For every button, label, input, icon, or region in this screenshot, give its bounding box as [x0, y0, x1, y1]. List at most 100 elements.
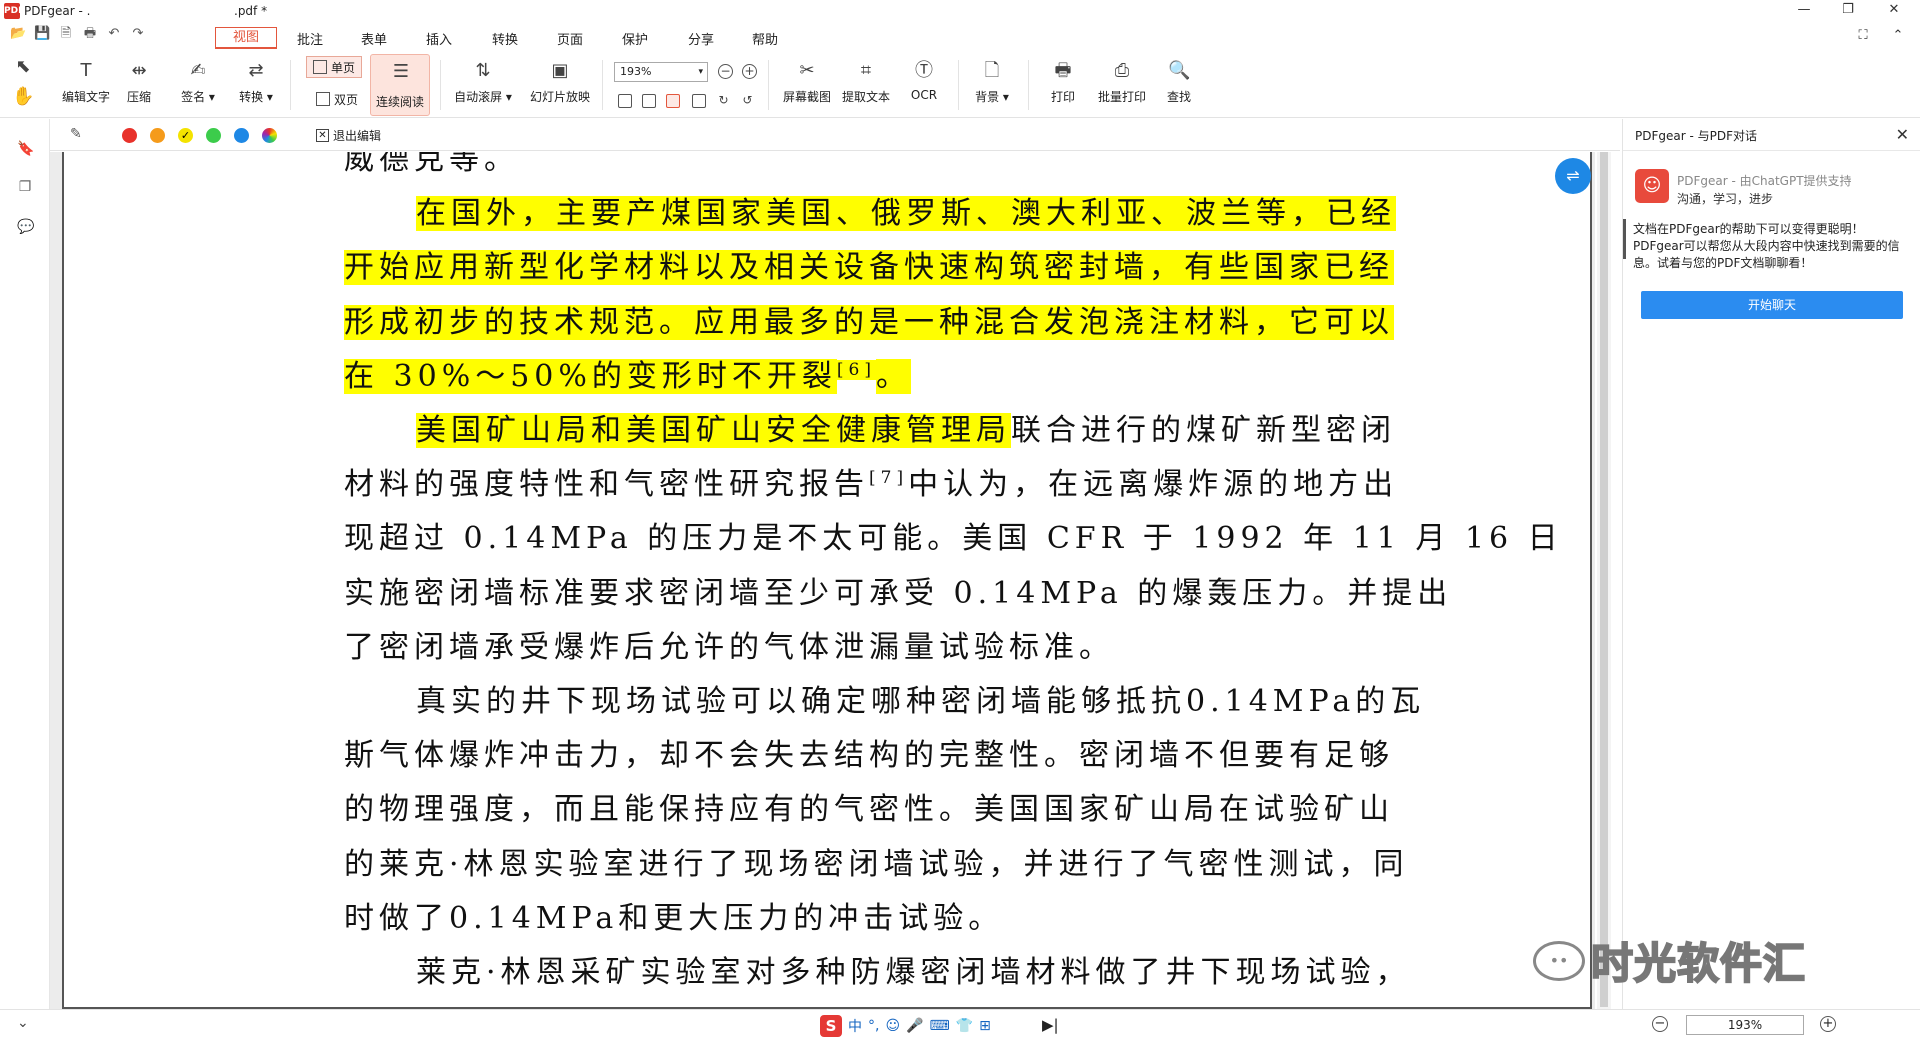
- undo-icon[interactable]: ↶: [106, 26, 122, 42]
- ime-emoji-icon[interactable]: ☺: [885, 1018, 900, 1034]
- document-text-line[interactable]: 现超过 0.14MPa 的压力是不太可能。美国 CFR 于 1992 年 11 …: [344, 519, 1563, 559]
- ime-skin-icon[interactable]: 👕: [956, 1018, 973, 1034]
- last-page-icon[interactable]: ▶|: [1042, 1016, 1059, 1034]
- print-button[interactable]: 🖶 打印: [1046, 60, 1080, 105]
- edit-text-button[interactable]: T 编辑文字: [58, 60, 114, 105]
- tab-page[interactable]: 页面: [557, 29, 583, 48]
- signature-icon: ✍: [190, 60, 206, 81]
- document-text-line[interactable]: 的莱克·林恩实验室进行了现场密闭墙试验，并进行了气密性测试，同: [344, 845, 1409, 885]
- document-text-line[interactable]: 斯气体爆炸冲击力，却不会失去结构的完整性。密闭墙不但要有足够: [344, 736, 1394, 776]
- fit-width-icon[interactable]: [618, 94, 632, 108]
- exit-edit-button[interactable]: ✕ 退出编辑: [316, 127, 381, 144]
- zoom-in-icon[interactable]: +: [742, 64, 757, 79]
- ime-voice-icon[interactable]: 🎤: [906, 1018, 923, 1034]
- batch-print-button[interactable]: ⎙ 批量打印: [1094, 60, 1150, 105]
- scrollbar-thumb[interactable]: [1600, 152, 1608, 1007]
- document-text-line[interactable]: 形成初步的技术规范。应用最多的是一种混合发泡浇注材料，它可以: [344, 303, 1394, 343]
- save-as-icon[interactable]: 🗎: [58, 26, 74, 42]
- zoom-combo[interactable]: 193% ▾: [614, 62, 708, 82]
- convert-button[interactable]: ⇄ 转换 ▾: [234, 60, 278, 105]
- thumbnails-icon[interactable]: ❐: [17, 179, 33, 195]
- close-icon[interactable]: ✕: [1896, 125, 1909, 144]
- color-orange[interactable]: [150, 128, 165, 143]
- zoom-level-field[interactable]: 193%: [1686, 1015, 1804, 1035]
- tab-help[interactable]: 帮助: [752, 29, 778, 48]
- zoom-in-button[interactable]: +: [1820, 1016, 1836, 1032]
- color-red[interactable]: [122, 128, 137, 143]
- save-icon[interactable]: 💾: [34, 26, 50, 42]
- redo-icon[interactable]: ↷: [130, 26, 146, 42]
- document-text-line[interactable]: 材料的强度特性和气密性研究报告[7]中认为，在远离爆炸源的地方出: [344, 465, 1398, 505]
- bookmark-icon[interactable]: 🔖: [17, 141, 34, 157]
- find-button[interactable]: 🔍 查找: [1162, 60, 1196, 105]
- auto-scroll-button[interactable]: ⇅ 自动滚屏 ▾: [452, 60, 514, 105]
- fullscreen-icon[interactable]: ⛶: [1853, 28, 1873, 43]
- fit-page-icon[interactable]: [642, 94, 656, 108]
- translate-icon[interactable]: ⇌: [1555, 158, 1591, 194]
- text-run: 材料的强度特性和气密性研究报告: [344, 467, 869, 503]
- color-blue[interactable]: [234, 128, 249, 143]
- document-text-line[interactable]: 莱克·林恩采矿实验室对多种防爆密闭墙材料做了井下现场试验，: [416, 953, 1411, 993]
- ime-toolbar[interactable]: S 中 °, ☺ 🎤 ⌨ 👕 ⊞: [820, 1015, 991, 1037]
- minimize-button[interactable]: —: [1794, 2, 1814, 17]
- comments-icon[interactable]: 💬: [17, 219, 34, 235]
- highlighter-icon[interactable]: ✎: [70, 126, 82, 142]
- document-text-line[interactable]: 了密闭墙承受爆炸后允许的气体泄漏量试验标准。: [344, 628, 1114, 668]
- color-green[interactable]: [206, 128, 221, 143]
- chevron-down-icon: ▾: [698, 67, 703, 77]
- document-text-line[interactable]: 时做了0.14MPa和更大压力的冲击试验。: [344, 899, 1003, 939]
- continuous-page-icon: ☰: [392, 61, 410, 82]
- tab-protect[interactable]: 保护: [622, 29, 648, 48]
- start-chat-button[interactable]: 开始聊天: [1641, 291, 1903, 319]
- document-text-line[interactable]: 的物理强度，而且能保持应有的气密性。美国国家矿山局在试验矿山: [344, 790, 1394, 830]
- sogou-ime-icon[interactable]: S: [820, 1015, 842, 1037]
- document-text-line[interactable]: 在国外，主要产煤国家美国、俄罗斯、澳大利亚、波兰等，已经: [416, 194, 1396, 234]
- rotate-right-icon[interactable]: ↻: [716, 94, 731, 109]
- document-text-line[interactable]: 实施密闭墙标准要求密闭墙至少可承受 0.14MPa 的爆轰压力。并提出: [344, 574, 1452, 614]
- tab-annotate[interactable]: 批注: [297, 29, 323, 48]
- ime-chinese-mode[interactable]: 中: [848, 1016, 862, 1036]
- close-button[interactable]: ✕: [1884, 2, 1904, 17]
- ime-toolbox-icon[interactable]: ⊞: [979, 1018, 991, 1034]
- chevron-down-icon[interactable]: ⌄: [17, 1015, 29, 1031]
- ime-keyboard-icon[interactable]: ⌨: [930, 1018, 950, 1034]
- background-button[interactable]: 🗋 背景 ▾: [970, 60, 1014, 105]
- continuous-reading-button[interactable]: ☰ 连续阅读: [370, 54, 430, 116]
- zoom-out-button[interactable]: −: [1652, 1016, 1668, 1032]
- hand-tool[interactable]: ✋: [12, 86, 34, 108]
- tab-convert[interactable]: 转换: [492, 29, 518, 48]
- chat-header: PDFgear - 与PDF对话 ✕: [1623, 119, 1920, 151]
- screenshot-button[interactable]: ✂ 屏幕截图: [780, 60, 834, 105]
- restore-button[interactable]: ❐: [1838, 2, 1858, 17]
- ime-punctuation-icon[interactable]: °,: [868, 1018, 879, 1034]
- document-text-line[interactable]: 在 30%～50%的变形时不开裂[6]。: [344, 357, 911, 397]
- document-text-line[interactable]: 开始应用新型化学材料以及相关设备快速构筑密封墙，有些国家已经: [344, 248, 1394, 288]
- compress-button[interactable]: ⇹ 压缩: [118, 60, 160, 105]
- zoom-out-icon[interactable]: −: [718, 64, 733, 79]
- text-run: 时做了0.14MPa和更大压力的冲击试验。: [344, 900, 1004, 936]
- print-icon[interactable]: 🖶: [82, 26, 98, 42]
- select-tool[interactable]: ⬉: [12, 56, 34, 78]
- tab-view[interactable]: 视图: [215, 27, 277, 49]
- panel-resize-handle[interactable]: [1623, 219, 1626, 259]
- fit-visible-icon[interactable]: [692, 94, 706, 108]
- color-yellow[interactable]: ✓: [178, 128, 193, 143]
- collapse-ribbon-icon[interactable]: ⌃: [1888, 28, 1908, 43]
- rotate-left-icon[interactable]: ↺: [740, 94, 755, 109]
- extract-text-button[interactable]: ⌗ 提取文本: [838, 60, 894, 105]
- document-text-line[interactable]: 真实的井下现场试验可以确定哪种密闭墙能够抵抗0.14MPa的瓦: [416, 682, 1425, 722]
- color-more[interactable]: [262, 128, 277, 143]
- tab-share[interactable]: 分享: [688, 29, 714, 48]
- document-text-line[interactable]: 美国矿山局和美国矿山安全健康管理局联合进行的煤矿新型密闭: [416, 411, 1396, 451]
- tab-insert[interactable]: 插入: [426, 29, 452, 48]
- sign-button[interactable]: ✍ 签名 ▾: [176, 60, 220, 105]
- actual-size-icon[interactable]: [666, 94, 680, 108]
- document-viewport[interactable]: 威德克等。在国外，主要产煤国家美国、俄罗斯、澳大利亚、波兰等，已经开始应用新型化…: [50, 152, 1595, 1009]
- tab-form[interactable]: 表单: [361, 29, 387, 48]
- open-folder-icon[interactable]: 📂: [10, 26, 26, 42]
- single-page-button[interactable]: 单页: [306, 56, 363, 78]
- double-page-button[interactable]: 双页: [316, 88, 358, 110]
- slideshow-button[interactable]: ▣ 幻灯片放映: [528, 60, 592, 105]
- ocr-button[interactable]: Ⓣ OCR: [904, 60, 944, 102]
- document-text-line[interactable]: 威德克等。: [344, 152, 519, 180]
